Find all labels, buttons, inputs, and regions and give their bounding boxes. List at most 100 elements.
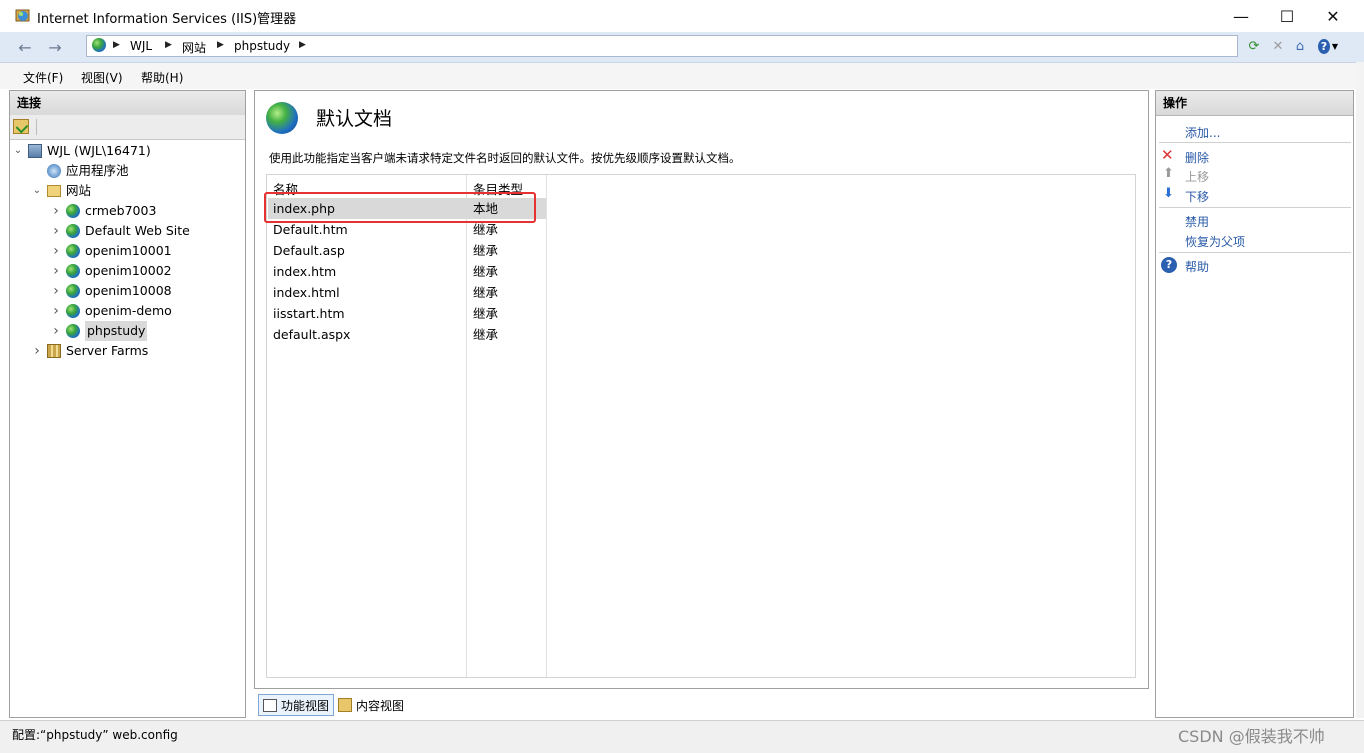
move-up-action[interactable]: 上移 (1185, 168, 1209, 185)
globe-icon (66, 204, 80, 218)
right-scrollbar[interactable] (1356, 62, 1364, 718)
close-button[interactable]: ✕ (1310, 0, 1356, 32)
breadcrumb-arrow-icon[interactable]: ▶ (165, 40, 172, 50)
status-text: 配置:“phpstudy” web.config (12, 728, 178, 742)
menu-help[interactable]: 帮助(H) (141, 69, 183, 86)
forward-button[interactable]: → (42, 35, 68, 59)
table-row[interactable]: iisstart.htm 继承 (268, 303, 546, 324)
globe-icon (66, 224, 80, 238)
tab-features-view-label: 功能视图 (281, 698, 330, 713)
page-description: 使用此功能指定当客户端未请求特定文件名时返回的默认文件。按优先级顺序设置默认文档… (269, 151, 741, 165)
chevron-right-icon[interactable]: › (50, 281, 62, 301)
app-pool-icon (47, 164, 61, 178)
server-icon (28, 144, 42, 158)
chevron-right-icon[interactable]: › (50, 261, 62, 281)
connections-toolbar (10, 115, 245, 140)
connections-tree: ⌄ WJL (WJL\16471) 应用程序池 ⌄ 网站 › crmeb7003 › Defau… (12, 141, 244, 361)
breadcrumb-arrow-icon[interactable]: ▶ (217, 40, 224, 50)
chevron-right-icon[interactable]: › (31, 341, 43, 361)
tree-item-label: Server Farms (66, 343, 149, 358)
chevron-right-icon[interactable]: › (50, 221, 62, 241)
tree-item[interactable]: › openim10001 (12, 241, 244, 261)
globe-icon (66, 244, 80, 258)
annotation-outline (264, 192, 536, 223)
tree-item[interactable]: ⌄ 网站 (12, 181, 244, 201)
home-icon[interactable]: ⌂ (1290, 36, 1310, 56)
tree-item[interactable]: › openim10008 (12, 281, 244, 301)
row-type-cell: 继承 (473, 327, 499, 342)
move-down-icon: ⬇ (1163, 186, 1174, 201)
tree-item[interactable]: › Default Web Site (12, 221, 244, 241)
menu-bar (0, 63, 1364, 89)
menu-file[interactable]: 文件(F) (23, 69, 63, 86)
iis-app-icon (15, 9, 30, 22)
tree-item[interactable]: › phpstudy (12, 321, 244, 341)
default-document-icon (266, 102, 298, 134)
globe-icon (92, 38, 106, 52)
stop-icon[interactable]: ✕ (1268, 36, 1288, 56)
row-name-cell: index.htm (273, 264, 337, 279)
menu-view[interactable]: 视图(V) (81, 69, 123, 86)
actions-separator (1159, 142, 1351, 143)
actions-separator (1159, 252, 1351, 253)
breadcrumb-arrow-icon[interactable]: ▶ (299, 40, 306, 50)
connect-icon[interactable] (13, 119, 29, 134)
revert-to-parent-action[interactable]: 恢复为父项 (1185, 233, 1245, 250)
tree-item-label: WJL (WJL\16471) (47, 143, 151, 158)
globe-icon (66, 324, 80, 338)
help-icon: ? (1161, 257, 1177, 273)
chevron-right-icon[interactable]: › (50, 301, 62, 321)
tree-item[interactable]: 应用程序池 (12, 161, 244, 181)
globe-icon (66, 304, 80, 318)
status-bar (0, 720, 1364, 753)
tab-features-view[interactable]: 功能视图 (258, 694, 335, 716)
help-dropdown-icon[interactable]: ? ▼ (1318, 36, 1338, 56)
table-row[interactable]: index.htm 继承 (268, 261, 546, 282)
tree-item-label: crmeb7003 (85, 203, 157, 218)
actions-header: 操作 (1156, 91, 1353, 116)
delete-action[interactable]: 删除 (1185, 149, 1209, 166)
refresh-icon[interactable]: ⟳ (1244, 36, 1264, 56)
tree-item[interactable]: ⌄ WJL (WJL\16471) (12, 141, 244, 161)
tree-item-label: openim10002 (85, 263, 172, 278)
row-name-cell: index.html (273, 285, 340, 300)
tree-item-label: Default Web Site (85, 223, 190, 238)
server-farms-icon (47, 344, 61, 358)
chevron-down-icon[interactable]: ⌄ (12, 141, 24, 161)
table-row[interactable]: index.html 继承 (268, 282, 546, 303)
breadcrumb-item-sites[interactable]: 网站 (182, 39, 206, 56)
disable-action[interactable]: 禁用 (1185, 213, 1209, 230)
tab-content-view[interactable]: 内容视图 (338, 695, 404, 715)
watermark: CSDN @假装我不帅 (1178, 727, 1325, 746)
row-name-cell: Default.asp (273, 243, 345, 258)
tree-item-label: openim-demo (85, 303, 172, 318)
row-type-cell: 继承 (473, 285, 499, 300)
chevron-right-icon[interactable]: › (50, 241, 62, 261)
breadcrumb-arrow-icon[interactable]: ▶ (113, 40, 120, 50)
move-down-action[interactable]: 下移 (1185, 188, 1209, 205)
tree-item[interactable]: › openim-demo (12, 301, 244, 321)
tree-item-label: 网站 (66, 183, 92, 198)
actions-separator (1159, 207, 1351, 208)
back-button[interactable]: ← (12, 35, 38, 59)
chevron-down-icon[interactable]: ⌄ (31, 181, 43, 201)
tree-item[interactable]: › crmeb7003 (12, 201, 244, 221)
help-action[interactable]: 帮助 (1185, 258, 1209, 275)
content-view-icon (338, 698, 352, 712)
minimize-button[interactable]: — (1218, 0, 1264, 32)
breadcrumb-item-wjl[interactable]: WJL (130, 39, 152, 53)
tree-item-label: 应用程序池 (66, 163, 129, 178)
row-name-cell: iisstart.htm (273, 306, 345, 321)
table-row[interactable]: default.aspx 继承 (268, 324, 546, 345)
tree-item[interactable]: › openim10002 (12, 261, 244, 281)
add-action[interactable]: 添加... (1185, 124, 1220, 141)
chevron-right-icon[interactable]: › (50, 201, 62, 221)
maximize-button[interactable]: ☐ (1264, 0, 1310, 32)
chevron-right-icon[interactable]: › (50, 321, 62, 341)
row-name-cell: default.aspx (273, 327, 351, 342)
tree-item-label: openim10008 (85, 283, 172, 298)
tree-item[interactable]: › Server Farms (12, 341, 244, 361)
features-view-icon (263, 698, 277, 712)
breadcrumb-item-phpstudy[interactable]: phpstudy (234, 39, 290, 53)
table-row[interactable]: Default.asp 继承 (268, 240, 546, 261)
